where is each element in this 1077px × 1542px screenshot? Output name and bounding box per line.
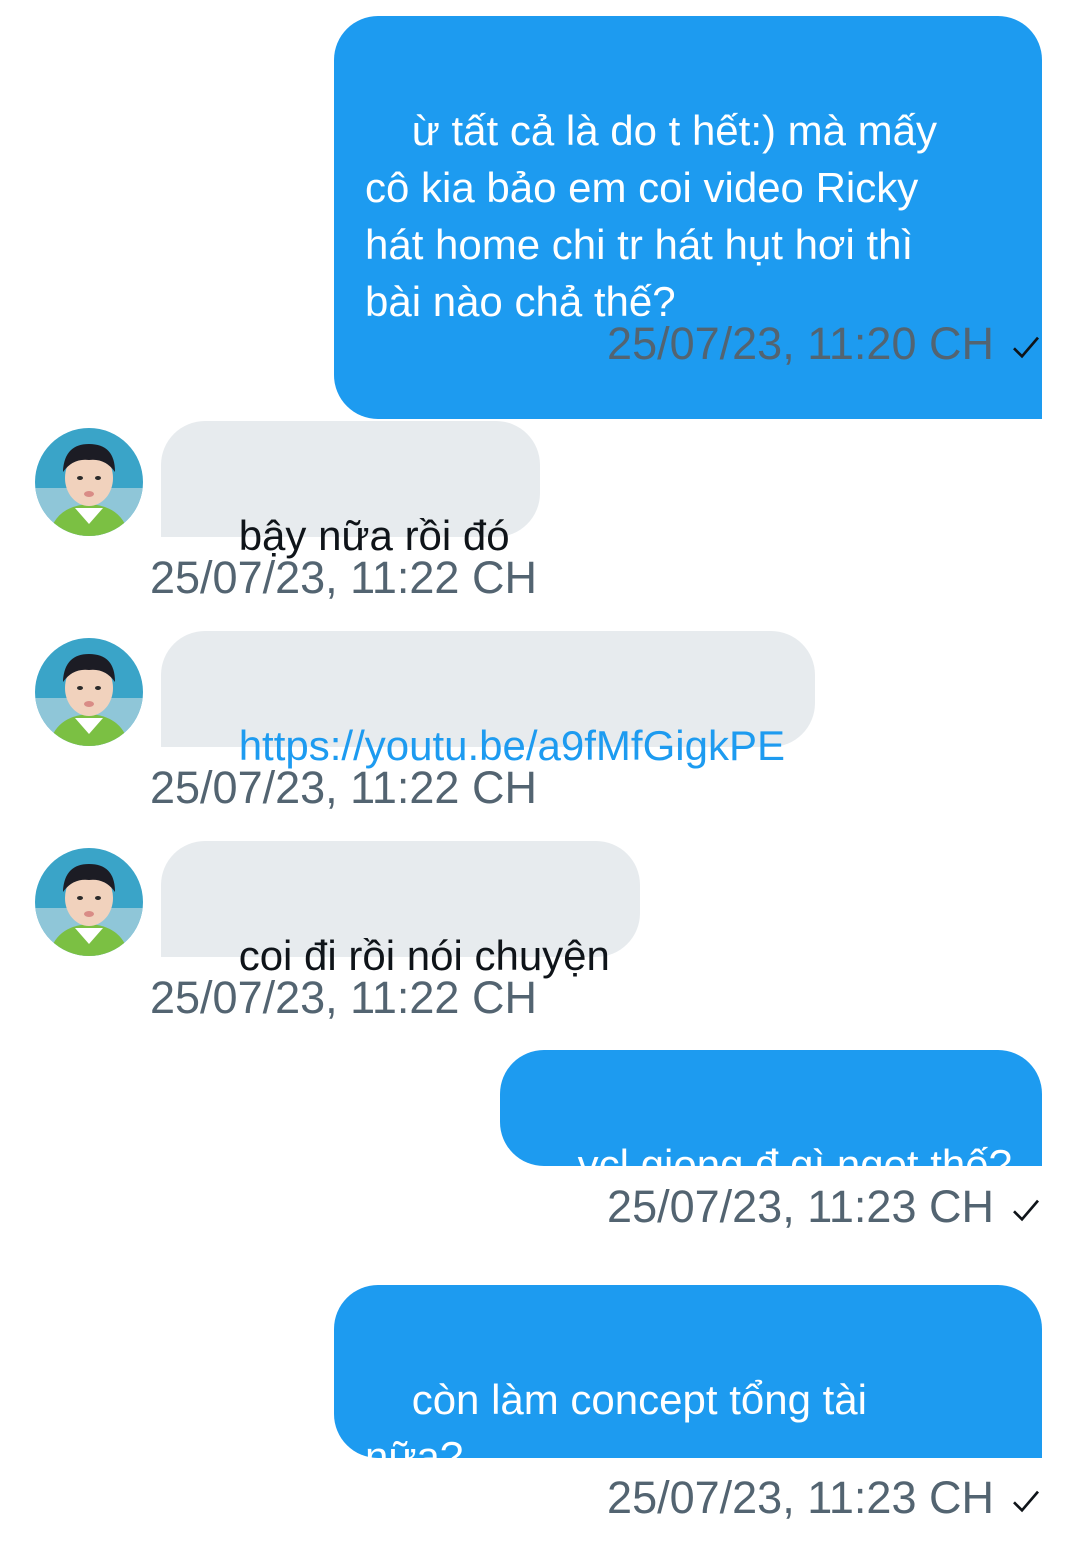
timestamp-text: 25/07/23, 11:20 CH xyxy=(607,318,994,369)
message-timestamp: 25/07/23, 11:22 CH xyxy=(150,552,537,604)
outgoing-message-bubble[interactable]: còn làm concept tổng tài nữa? xyxy=(334,1285,1042,1480)
message-timestamp: 25/07/23, 11:23 CH xyxy=(607,1181,1042,1233)
incoming-message-bubble[interactable]: https://youtu.be/a9fMfGigkPE xyxy=(161,631,815,769)
check-icon xyxy=(1013,336,1040,359)
message-text: còn làm concept tổng tài nữa? xyxy=(365,1376,867,1480)
incoming-message-bubble[interactable]: coi đi rồi nói chuyện xyxy=(161,841,640,979)
avatar[interactable] xyxy=(35,638,143,746)
timestamp-text: 25/07/23, 11:23 CH xyxy=(607,1472,994,1523)
message-timestamp: 25/07/23, 11:23 CH xyxy=(607,1472,1042,1524)
timestamp-text: 25/07/23, 11:22 CH xyxy=(150,972,537,1023)
check-icon xyxy=(1013,1199,1040,1222)
avatar[interactable] xyxy=(35,428,143,536)
timestamp-text: 25/07/23, 11:23 CH xyxy=(607,1181,994,1232)
incoming-message-bubble[interactable]: bậy nữa rồi đó xyxy=(161,421,540,559)
outgoing-message-bubble[interactable]: vcl giọng đ gì ngọt thế? xyxy=(499,1050,1042,1188)
message-text: ừ tất cả là do t hết:) mà mấy cô kia bảo… xyxy=(365,107,938,325)
check-icon xyxy=(1013,1490,1040,1513)
message-timestamp: 25/07/23, 11:22 CH xyxy=(150,972,537,1024)
timestamp-text: 25/07/23, 11:22 CH xyxy=(150,762,537,813)
message-timestamp: 25/07/23, 11:22 CH xyxy=(150,762,537,814)
avatar[interactable] xyxy=(35,848,143,956)
conversation-thread: ừ tất cả là do t hết:) mà mấy cô kia bảo… xyxy=(0,0,1077,1537)
timestamp-text: 25/07/23, 11:22 CH xyxy=(150,552,537,603)
message-timestamp: 25/07/23, 11:20 CH xyxy=(607,318,1042,370)
